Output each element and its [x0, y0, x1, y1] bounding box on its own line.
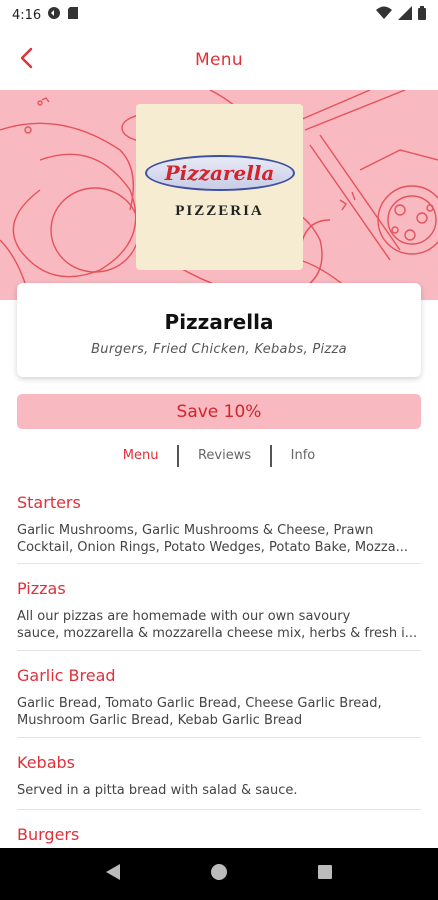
category-description: sauce, mozzarella & mozzarella cheese mi…	[17, 626, 418, 641]
category-title: Starters	[17, 493, 81, 512]
category-burgers[interactable]: Burgers	[17, 810, 421, 850]
tab-reviews[interactable]: Reviews	[179, 445, 270, 467]
tab-menu[interactable]: Menu	[104, 445, 178, 467]
battery-icon	[418, 6, 426, 24]
signal-icon	[398, 6, 412, 24]
sync-icon	[47, 6, 61, 24]
square-recents-icon	[317, 864, 333, 884]
nav-back-button[interactable]	[98, 859, 128, 889]
category-description: Garlic Bread, Tomato Garlic Bread, Chees…	[17, 696, 382, 711]
system-nav-bar	[0, 848, 438, 900]
back-button[interactable]	[10, 44, 42, 76]
category-kebabs[interactable]: Kebabs Served in a pitta bread with sala…	[17, 738, 421, 810]
category-garlic-bread[interactable]: Garlic Bread Garlic Bread, Tomato Garlic…	[17, 651, 421, 738]
category-title: Garlic Bread	[17, 666, 116, 685]
section-tabs: Menu Reviews Info	[0, 444, 438, 468]
logo-name: Pizzarella	[164, 160, 275, 185]
logo-subtitle: PIZZERIA	[175, 202, 264, 219]
discount-label: Save 10%	[176, 401, 262, 422]
restaurant-info-card: Pizzarella Burgers, Fried Chicken, Kebab…	[17, 283, 421, 377]
page-title: Menu	[195, 50, 243, 70]
nav-home-button[interactable]	[204, 859, 234, 889]
chevron-left-icon	[19, 47, 33, 73]
wifi-icon	[376, 6, 392, 24]
category-description: Served in a pitta bread with salad & sau…	[17, 783, 298, 798]
triangle-back-icon	[105, 863, 121, 885]
category-starters[interactable]: Starters Garlic Mushrooms, Garlic Mushro…	[17, 486, 421, 564]
nav-recents-button[interactable]	[310, 859, 340, 889]
circle-home-icon	[210, 863, 228, 885]
category-title: Kebabs	[17, 753, 75, 772]
restaurant-name: Pizzarella	[164, 310, 274, 334]
category-title: Burgers	[17, 825, 80, 844]
app-bar: Menu	[0, 32, 438, 88]
category-description: All our pizzas are homemade with our own…	[17, 609, 351, 624]
sd-card-icon	[67, 6, 79, 24]
category-description: Cocktail, Onion Rings, Potato Wedges, Po…	[17, 540, 409, 555]
category-title: Pizzas	[17, 579, 66, 598]
tab-info[interactable]: Info	[272, 445, 335, 467]
restaurant-cuisines: Burgers, Fried Chicken, Kebabs, Pizza	[91, 342, 347, 357]
logo-oval: Pizzarella	[144, 154, 295, 191]
category-description: Mushroom Garlic Bread, Kebab Garlic Brea…	[17, 713, 303, 728]
category-description: Garlic Mushrooms, Garlic Mushrooms & Che…	[17, 523, 374, 538]
restaurant-logo: Pizzarella PIZZERIA	[136, 104, 303, 270]
menu-category-list: Starters Garlic Mushrooms, Garlic Mushro…	[17, 486, 421, 850]
status-bar: 4:16	[0, 0, 438, 30]
status-time: 4:16	[12, 7, 42, 23]
category-pizzas[interactable]: Pizzas All our pizzas are homemade with …	[17, 564, 421, 651]
discount-banner[interactable]: Save 10%	[17, 394, 421, 429]
